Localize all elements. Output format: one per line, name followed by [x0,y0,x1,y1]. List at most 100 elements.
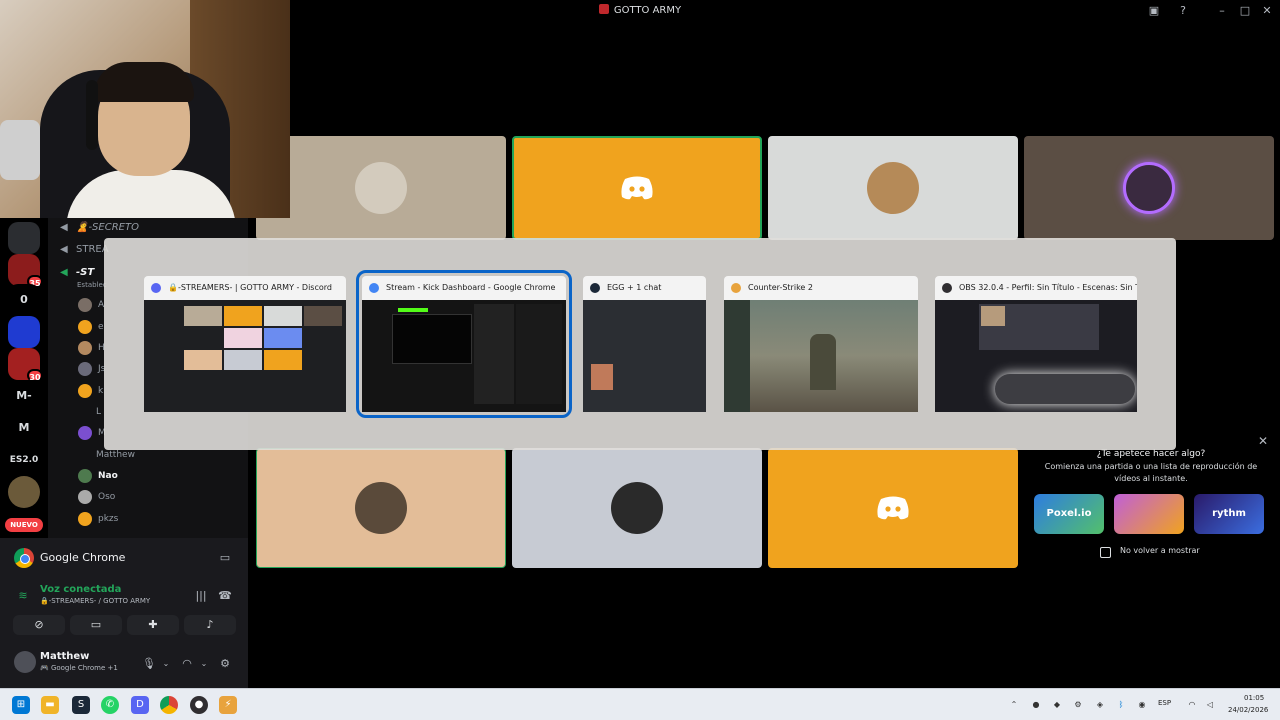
webcam-overlay [0,0,290,218]
stream-settings-icon[interactable]: ▭ [218,551,232,565]
soundboard-icon: ♪ [206,618,214,631]
tray-app-icon[interactable]: ◈ [1094,699,1106,711]
member-item[interactable]: Nao [78,468,118,484]
chrome-icon[interactable] [160,696,178,714]
member-item[interactable]: M [78,425,106,441]
video-tile[interactable] [512,448,762,568]
video-tile[interactable] [768,136,1018,240]
start-icon[interactable]: ⊞ [12,696,30,714]
dont-show-checkbox[interactable] [1100,547,1111,558]
minimize-button[interactable]: – [1214,4,1230,18]
user-name[interactable]: Matthew [40,651,89,662]
steam-tray-icon[interactable]: ⚙ [1072,699,1084,711]
noise-suppression-icon[interactable]: ||| [194,589,208,603]
speaker-icon: ◀ [60,222,68,233]
gear-icon[interactable]: ⚙ [218,657,232,671]
activity-subtitle: Comienza una partida o una lista de repr… [1044,462,1258,483]
channel-secreto[interactable]: ◀ 🙎-SECRETO [60,222,139,233]
avatar [78,361,92,376]
server-icon-4[interactable] [8,316,40,348]
user-status: 🎮 Google Chrome +1 [40,664,118,672]
server-icon-8[interactable]: ES2.0 [8,444,40,476]
screen: GOTTO ARMY ▣ ? – □ ✕ 35 0 30 M- M ES2.0 … [0,0,1280,720]
chevron-up-icon[interactable]: ⌃ [1008,699,1020,711]
file-explorer-icon[interactable]: ▬ [41,696,59,714]
activity-card-rythm[interactable]: rythm [1194,494,1264,534]
close-icon[interactable]: ✕ [1258,434,1268,448]
volume-icon[interactable]: ◁ [1204,699,1216,711]
bluetooth-icon[interactable]: ᛒ [1115,699,1127,711]
switcher-window-chrome[interactable]: Stream - Kick Dashboard - Google Chrome [356,270,572,418]
cs2-icon[interactable]: ⚡ [219,696,237,714]
server-icon-9[interactable] [8,476,40,508]
member-item[interactable]: Js [78,361,105,377]
member-item[interactable]: A [78,297,104,313]
voice-channel[interactable]: 🔒-STREAMERS- / GOTTO ARMY [40,597,150,605]
user-avatar[interactable] [14,651,36,673]
server-icon-3[interactable]: 0 [8,284,40,316]
member-item[interactable]: L [96,404,101,420]
discord-icon[interactable]: D [131,696,149,714]
obs-icon[interactable]: ● [190,696,208,714]
clock-time[interactable]: 01:05 [1244,694,1264,702]
obs-icon [942,283,952,293]
disconnect-icon[interactable]: ☎ [218,589,232,603]
dont-show-label[interactable]: No volver a mostrar [1120,546,1200,555]
avatar [78,468,92,483]
camera-button[interactable]: ⊘ [13,615,65,635]
server-icon [598,4,609,14]
discord-icon [151,283,161,293]
switcher-window-egg-chat[interactable]: EGG + 1 chat [583,276,706,412]
tray-app-icon[interactable]: ◉ [1136,699,1148,711]
microphone-icon[interactable]: 🎙 [142,657,156,671]
clock-date[interactable]: 24/02/2026 [1228,706,1268,714]
switcher-window-discord[interactable]: 🔒-STREAMERS- | GOTTO ARMY - Discord [144,276,346,412]
activity-card-game[interactable] [1114,494,1184,534]
activity-card-poxel[interactable]: Poxel.io [1034,494,1104,534]
video-tile-speaking[interactable] [512,136,762,240]
new-badge[interactable]: NUEVO [5,518,43,532]
channel-active[interactable]: ◀ -ST [60,267,94,278]
screen-share-button[interactable]: ▭ [70,615,122,635]
member-item[interactable]: pkzs [78,511,118,527]
server-icon-5[interactable]: 30 [8,348,43,382]
maximize-button[interactable]: □ [1237,4,1253,18]
member-item[interactable]: Oso [78,489,115,505]
inbox-icon[interactable]: ▣ [1146,4,1162,18]
voice-status[interactable]: Voz conectada [40,584,121,595]
switcher-window-cs2[interactable]: Counter-Strike 2 [724,276,918,412]
whatsapp-icon[interactable]: ✆ [101,696,119,714]
tray-app-icon[interactable]: ● [1030,699,1042,711]
server-icon-2[interactable]: 35 [8,254,43,288]
channel-streamers[interactable]: ◀ STREA [60,244,109,255]
server-icon-6[interactable]: M- [8,380,40,412]
activity-popup: ✕ ¿Te apetece hacer algo? Comienza una p… [1022,430,1280,570]
tray-app-icon[interactable]: ◆ [1051,699,1063,711]
member-item[interactable]: H [78,340,105,356]
server-icon-7[interactable]: M [8,412,40,444]
member-item[interactable]: k [78,383,103,399]
language-indicator[interactable]: ESP [1158,699,1171,707]
switcher-window-obs[interactable]: OBS 32.0.4 - Perfil: Sin Título - Escena… [935,276,1137,412]
avatar [78,489,92,504]
soundboard-button[interactable]: ♪ [184,615,236,635]
headphones-icon[interactable]: ◠ [180,657,194,671]
chevron-down-icon[interactable]: ⌄ [159,657,173,671]
video-tile[interactable] [256,136,506,240]
help-icon[interactable]: ? [1175,4,1191,18]
wifi-icon[interactable]: ◠ [1186,699,1198,711]
member-item[interactable]: e [78,319,104,335]
video-tile[interactable] [768,448,1018,568]
activities-icon: ✚ [148,618,158,631]
video-tile[interactable] [1024,136,1274,240]
activities-button[interactable]: ✚ [127,615,179,635]
video-tile[interactable] [256,448,506,568]
steam-icon[interactable]: S [72,696,90,714]
window-switcher: 🔒-STREAMERS- | GOTTO ARMY - Discord Stre… [104,238,1176,450]
close-window-button[interactable]: ✕ [1259,4,1275,18]
window-thumbnail [362,300,566,412]
channel-status: Establec [77,281,107,289]
participant-avatar [355,482,407,534]
chevron-down-icon[interactable]: ⌄ [197,657,211,671]
server-icon-1[interactable] [8,222,40,254]
